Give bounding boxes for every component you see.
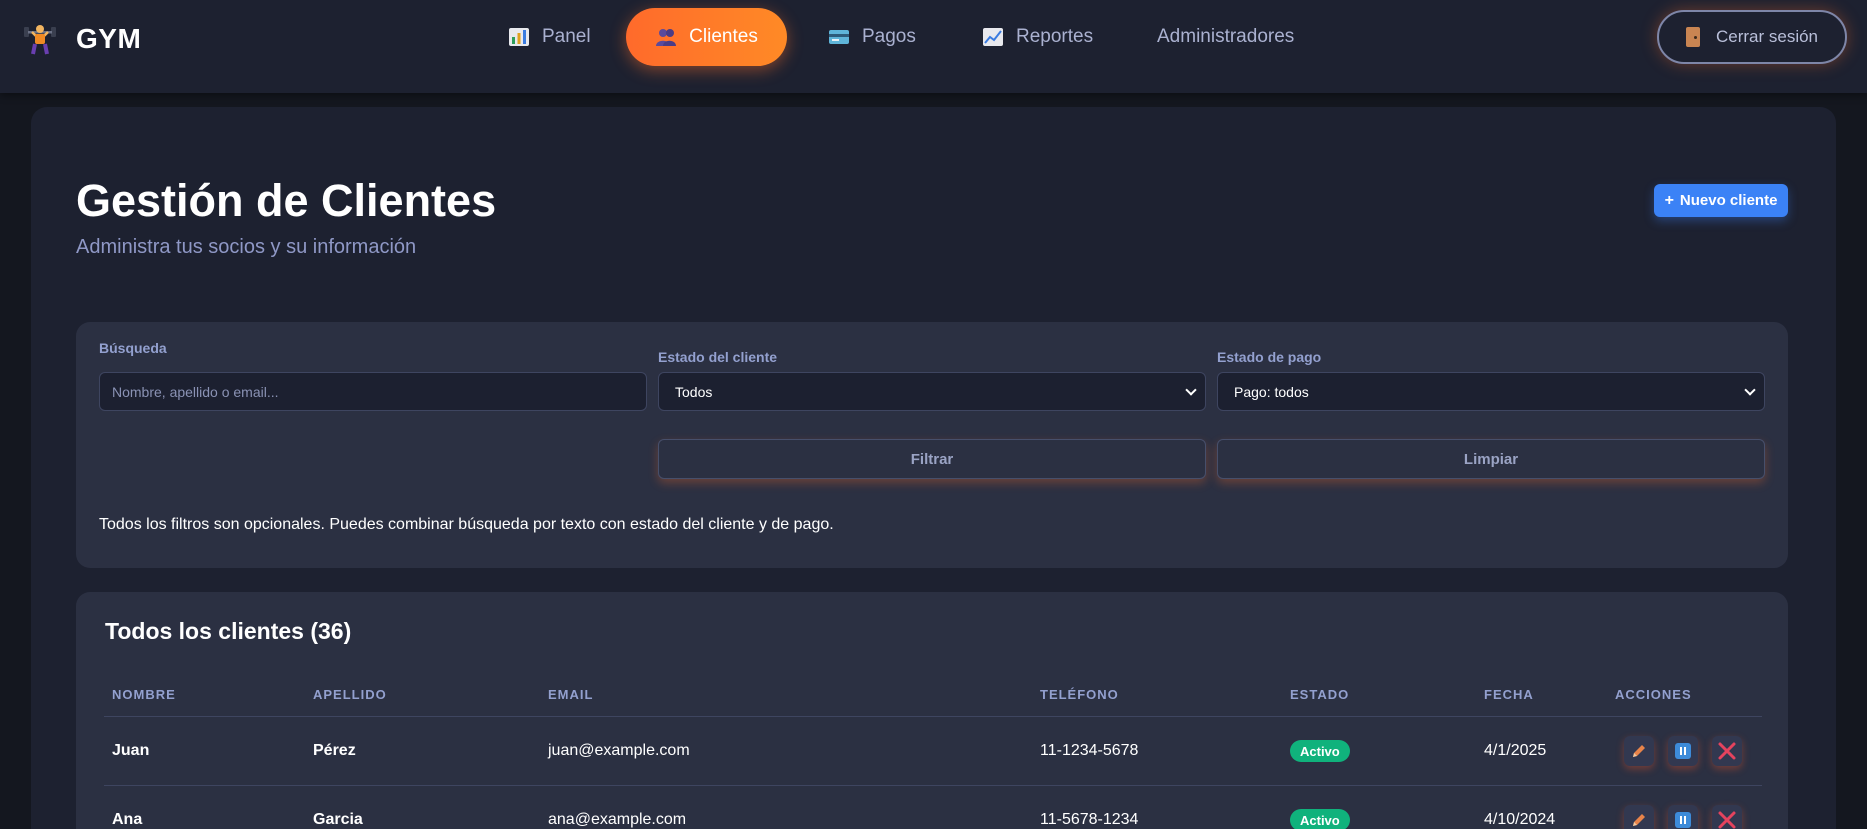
cell-telefono: 11-5678-1234 [1040, 811, 1139, 828]
nav-item-label: Clientes [689, 26, 758, 47]
payment-status-select[interactable]: Pago: todos [1217, 372, 1765, 411]
nav-item-pagos[interactable]: Pagos [828, 8, 916, 66]
new-client-label: Nuevo cliente [1679, 192, 1778, 209]
column-header-acciones: ACCIONES [1615, 687, 1692, 702]
brand-name: GYM [76, 23, 142, 54]
status-badge: Activo [1290, 740, 1350, 762]
credit-card-icon [829, 30, 849, 44]
nav-item-label: Panel [542, 26, 591, 47]
trend-chart-icon [983, 28, 1003, 46]
clear-button[interactable]: Limpiar [1217, 439, 1765, 479]
edit-button[interactable] [1624, 805, 1654, 829]
row-divider [104, 716, 1762, 717]
new-client-button[interactable]: + Nuevo cliente [1654, 184, 1788, 217]
cell-nombre: Juan [112, 742, 150, 759]
delete-button[interactable] [1712, 736, 1742, 766]
client-status-value: Todos [675, 383, 713, 400]
close-icon [1718, 811, 1736, 829]
edit-button[interactable] [1624, 736, 1654, 766]
chevron-down-icon [1744, 383, 1756, 396]
cell-apellido: Pérez [313, 742, 356, 759]
nav-item-panel[interactable]: Panel [508, 8, 591, 66]
bar-chart-icon [509, 28, 529, 46]
brand[interactable]: GYM [22, 19, 141, 59]
nav-item-label: Administradores [1157, 26, 1295, 47]
client-status-label: Estado del cliente [658, 349, 778, 365]
payment-status-label: Estado de pago [1217, 349, 1322, 365]
cell-apellido: Garcia [313, 811, 363, 828]
cell-email: ana@example.com [548, 811, 687, 828]
status-badge: Activo [1290, 809, 1350, 829]
cell-email: juan@example.com [548, 742, 690, 759]
column-header-nombre[interactable]: NOMBRE [112, 687, 176, 702]
nav-item-administradores[interactable]: Administradores [1157, 8, 1294, 66]
pause-icon [1675, 812, 1691, 828]
page-subtitle: Administra tus socios y su información [76, 236, 417, 258]
nav-item-clientes[interactable]: Clientes [626, 8, 787, 66]
delete-button[interactable] [1712, 805, 1742, 829]
row-divider [104, 785, 1762, 786]
cell-fecha: 4/1/2025 [1484, 742, 1547, 759]
page-title: Gestión de Clientes [76, 175, 497, 226]
column-header-fecha[interactable]: FECHA [1484, 687, 1534, 702]
cell-fecha: 4/10/2024 [1484, 811, 1556, 828]
payment-status-value: Pago: todos [1234, 383, 1309, 400]
client-status-select[interactable]: Todos [658, 372, 1206, 411]
close-icon [1718, 742, 1736, 760]
top-navbar: GYM Panel Clientes Pagos Reportes Admini… [0, 0, 1867, 93]
nav-item-label: Pagos [862, 26, 916, 47]
search-placeholder: Nombre, apellido o email... [112, 383, 279, 400]
pause-button[interactable] [1668, 805, 1698, 829]
chevron-down-icon [1185, 383, 1197, 396]
plus-icon: + [1664, 191, 1674, 209]
table-title: Todos los clientes (36) [105, 618, 352, 644]
door-icon [1685, 27, 1700, 47]
search-label: Búsqueda [99, 340, 167, 356]
column-header-estado[interactable]: ESTADO [1290, 687, 1349, 702]
column-header-telefono[interactable]: TELÉFONO [1040, 687, 1119, 702]
cell-telefono: 11-1234-5678 [1040, 742, 1139, 759]
logout-button[interactable]: Cerrar sesión [1657, 10, 1847, 64]
people-icon [656, 29, 677, 46]
cell-nombre: Ana [112, 811, 143, 828]
logout-label: Cerrar sesión [1715, 27, 1819, 46]
weightlifter-icon [24, 25, 56, 55]
pencil-icon [1633, 745, 1645, 757]
nav-item-label: Reportes [1016, 26, 1094, 47]
filter-hint: Todos los filtros son opcionales. Puedes… [99, 516, 834, 533]
column-header-email[interactable]: EMAIL [548, 687, 593, 702]
column-header-apellido[interactable]: APELLIDO [313, 687, 387, 702]
search-input[interactable]: Nombre, apellido o email... [99, 372, 647, 411]
pencil-icon [1633, 814, 1645, 826]
filter-button[interactable]: Filtrar [658, 439, 1206, 479]
nav-item-reportes[interactable]: Reportes [982, 8, 1093, 66]
pause-button[interactable] [1668, 736, 1698, 766]
pause-icon [1675, 743, 1691, 759]
